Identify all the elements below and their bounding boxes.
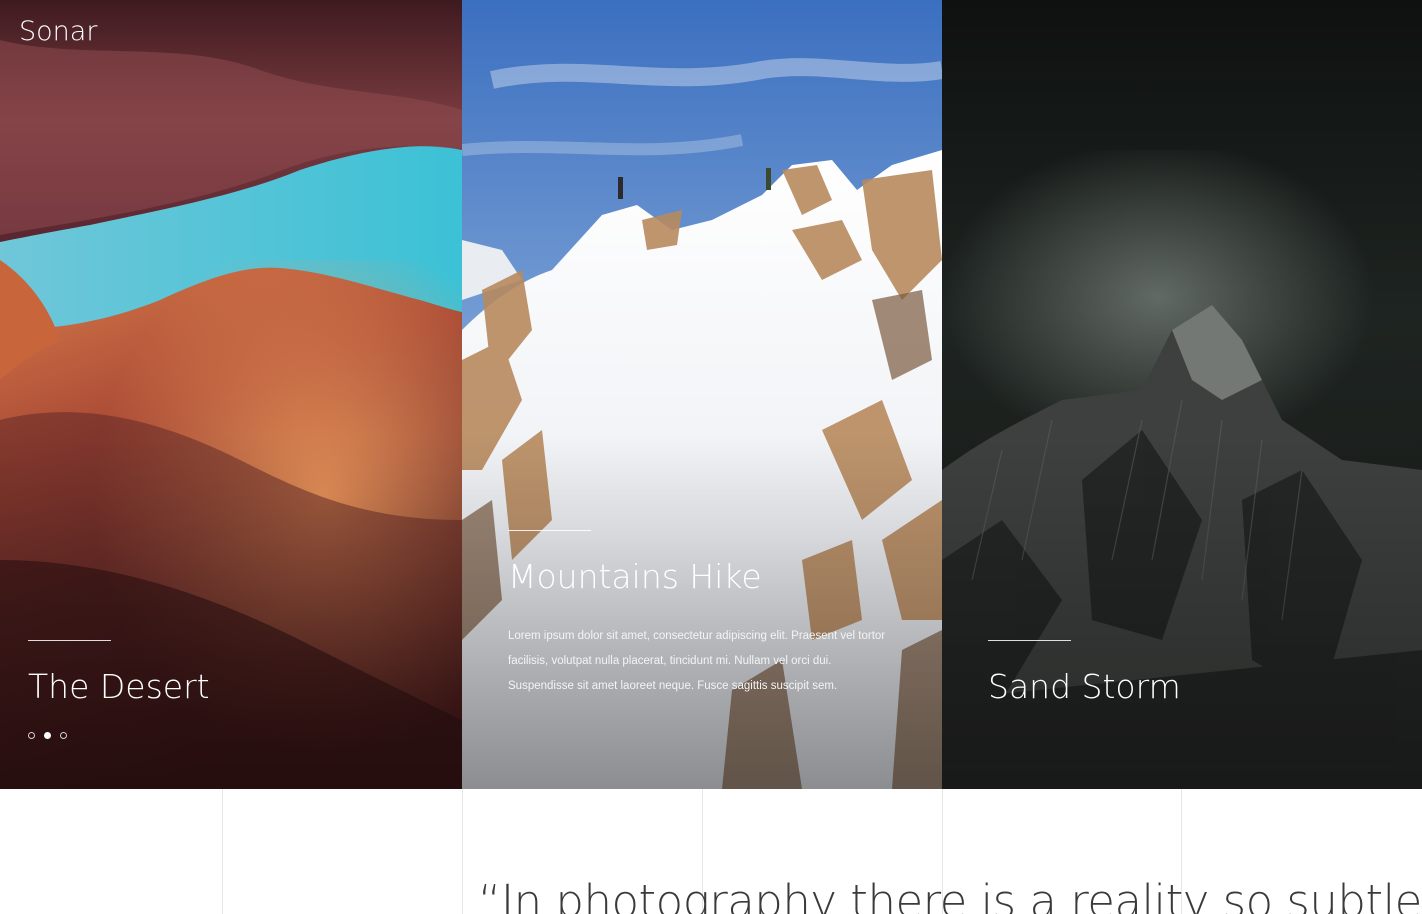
slider-dot-active[interactable] <box>44 732 51 739</box>
grid-line <box>462 789 463 914</box>
slider-dots <box>28 732 67 739</box>
panel-title: The Desert <box>28 667 210 706</box>
desert-caption: The Desert <box>28 640 210 706</box>
panel-mountains[interactable]: Mountains Hike Lorem ipsum dolor sit ame… <box>462 0 942 789</box>
storm-caption: Sand Storm <box>988 640 1181 706</box>
hero-panels: The Desert Mountains Hike Lorem ipsum do… <box>0 0 1422 789</box>
page: Sonar The Desert Mountains Hike Lorem ip… <box>0 0 1422 914</box>
caption-divider <box>988 640 1071 641</box>
grid-line <box>222 789 223 914</box>
panel-title: Mountains Hike <box>508 557 762 596</box>
panel-title: Sand Storm <box>988 667 1181 706</box>
caption-divider <box>508 530 591 531</box>
slider-dot[interactable] <box>28 732 35 739</box>
panel-desert[interactable]: The Desert <box>0 0 462 789</box>
quote-text: “In photography there is a reality so su… <box>478 875 1422 914</box>
site-logo[interactable]: Sonar <box>19 16 97 47</box>
panel-storm[interactable]: Sand Storm <box>942 0 1422 789</box>
caption-divider <box>28 640 111 641</box>
mountains-caption: Mountains Hike Lorem ipsum dolor sit ame… <box>508 530 893 699</box>
panel-description: Lorem ipsum dolor sit amet, consectetur … <box>508 630 886 692</box>
slider-dot[interactable] <box>60 732 67 739</box>
